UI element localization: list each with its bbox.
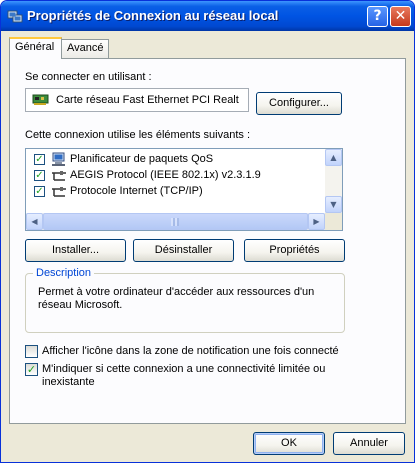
horizontal-scroll-thumb[interactable]	[43, 213, 308, 230]
show-icon-label[interactable]: Afficher l'icône dans la zone de notific…	[42, 345, 339, 357]
close-button[interactable]: ✕	[390, 6, 411, 27]
ok-button[interactable]: OK	[253, 432, 325, 455]
qos-scheduler-icon	[52, 152, 65, 166]
adapter-name: Carte réseau Fast Ethernet PCI Realt	[56, 94, 239, 106]
adapter-box: Carte réseau Fast Ethernet PCI Realt	[25, 88, 249, 112]
components-list[interactable]: ✓ Planificateur de paquets QoS ✓ AEGIS P…	[25, 148, 343, 231]
connect-using-label: Se connecter en utilisant :	[25, 71, 152, 83]
properties-button[interactable]: Propriétés	[244, 239, 345, 262]
properties-dialog: Propriétés de Connexion au réseau local …	[0, 0, 415, 463]
notify-limited-label[interactable]: M'indiquer si cette connexion a une conn…	[42, 363, 332, 389]
cancel-button[interactable]: Annuler	[333, 432, 405, 455]
install-button[interactable]: Installer...	[25, 239, 126, 262]
qos-label: Planificateur de paquets QoS	[70, 153, 214, 165]
description-text: Permet à votre ordinateur d'accéder aux …	[38, 286, 315, 311]
window-title: Propriétés de Connexion au réseau local	[27, 8, 279, 23]
tab-advanced[interactable]: Avancé	[61, 39, 109, 58]
protocol-icon	[52, 171, 66, 181]
network-card-icon	[32, 94, 49, 105]
components-label: Cette connexion utilise les éléments sui…	[25, 129, 251, 141]
scroll-right-button[interactable]: ▶	[308, 213, 325, 230]
protocol-icon	[52, 187, 66, 197]
notify-limited-checkbox[interactable]: ✓	[25, 363, 38, 376]
scroll-up-button[interactable]: ▲	[325, 149, 342, 166]
grip-icon	[171, 218, 179, 226]
aegis-label: AEGIS Protocol (IEEE 802.1x) v2.3.1.9	[70, 169, 261, 181]
tcpip-checkbox[interactable]: ✓	[34, 186, 45, 197]
horizontal-scrollbar[interactable]: ◀ ▶	[26, 213, 325, 230]
tab-general[interactable]: Général	[9, 37, 62, 59]
show-icon-checkbox[interactable]	[25, 345, 38, 358]
uninstall-button[interactable]: Désinstaller	[133, 239, 234, 262]
description-title: Description	[33, 267, 95, 279]
configure-button[interactable]: Configurer...	[256, 92, 342, 115]
network-connection-icon	[7, 10, 23, 23]
aegis-checkbox[interactable]: ✓	[34, 170, 45, 181]
tcpip-label: Protocole Internet (TCP/IP)	[70, 185, 203, 197]
scrollbar-corner	[325, 213, 342, 230]
scroll-down-button[interactable]: ▼	[325, 196, 342, 213]
scroll-left-button[interactable]: ◀	[26, 213, 43, 230]
title-bar[interactable]: Propriétés de Connexion au réseau local …	[1, 1, 414, 31]
help-button[interactable]: ?	[367, 6, 388, 27]
qos-checkbox[interactable]: ✓	[34, 154, 45, 165]
vertical-scrollbar[interactable]: ▲ ▼	[325, 149, 342, 213]
